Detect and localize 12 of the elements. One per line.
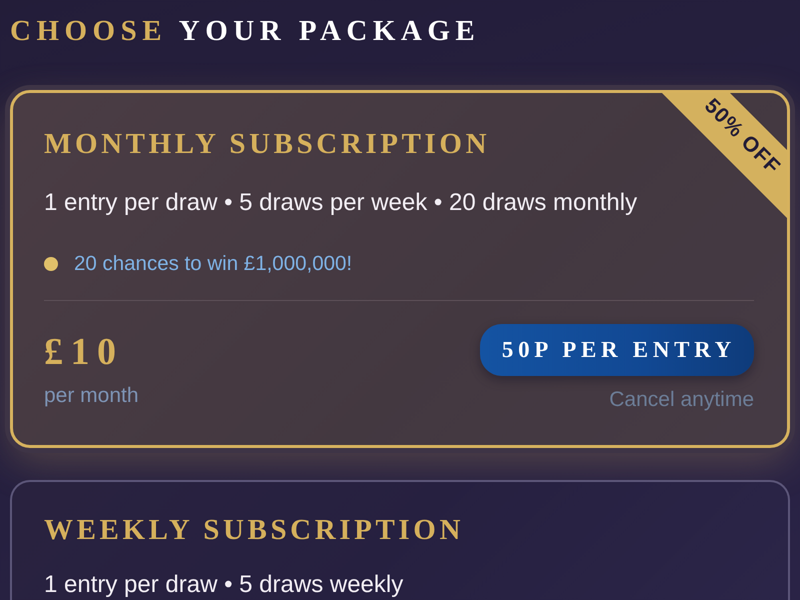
price-text: £10 xyxy=(44,330,124,374)
dot-icon xyxy=(44,257,58,271)
package-features: 1 entry per draw • 5 draws weekly xyxy=(44,570,404,600)
package-title: WEEKLY SUBSCRIPTION xyxy=(44,513,464,548)
page-title: CHOOSE YOUR PACKAGE xyxy=(10,14,480,49)
per-entry-badge: 50P PER ENTRY xyxy=(480,324,754,376)
period-text: per month xyxy=(44,384,139,408)
package-features: 1 entry per draw • 5 draws per week • 20 draws monthly xyxy=(44,188,638,218)
package-card[interactable]: WEEKLY SUBSCRIPTION 1 entry per draw • 5 draws weekly xyxy=(10,480,790,600)
prize-text: 20 chances to win £1,000,000! xyxy=(74,252,352,276)
cancel-note: Cancel anytime xyxy=(609,388,754,412)
package-title: MONTHLY SUBSCRIPTION xyxy=(44,127,490,162)
